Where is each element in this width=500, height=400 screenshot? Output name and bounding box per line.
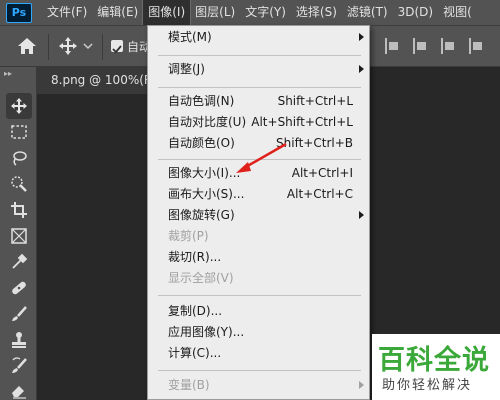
menu-type[interactable]: 文字(Y) (240, 0, 291, 25)
move-tool-preset-icon[interactable] (58, 35, 96, 57)
menu-item-label: 图像旋转(G) (168, 208, 235, 222)
menu-item-mode[interactable]: 模式(M) (148, 27, 371, 48)
menu-item-shortcut: Alt+Shift+Ctrl+L (251, 115, 353, 129)
menu-item-auto-contrast[interactable]: 自动对比度(U) Alt+Shift+Ctrl+L (148, 112, 371, 133)
eyedropper-tool-icon[interactable] (6, 249, 32, 275)
brush-tool-icon[interactable] (6, 301, 32, 327)
menu-item-image-rotation[interactable]: 图像旋转(G) (148, 205, 371, 226)
move-tool-icon[interactable] (6, 93, 32, 119)
history-brush-tool-icon[interactable] (6, 353, 32, 379)
watermark-logo: 百科全说 助你轻松解决 (372, 334, 500, 400)
menu-item-shortcut: Alt+Ctrl+I (291, 166, 353, 180)
panel-collapse-icon[interactable]: ▸▸ (4, 69, 12, 78)
menu-item-label: 变量(B) (168, 378, 210, 392)
submenu-arrow-icon (359, 211, 364, 219)
menu-filter[interactable]: 滤镜(T) (342, 0, 393, 25)
submenu-arrow-icon (359, 33, 364, 41)
menu-separator (158, 87, 361, 88)
frame-tool-icon[interactable] (6, 223, 32, 249)
align-buttons (385, 38, 483, 54)
lasso-tool-icon[interactable] (6, 145, 32, 171)
menu-item-label: 应用图像(Y)... (168, 325, 245, 339)
watermark-title: 百科全说 (378, 345, 490, 376)
red-arrow-annotation (236, 142, 287, 173)
menu-item-label: 自动对比度(U) (168, 115, 247, 129)
menu-file[interactable]: 文件(F) (42, 0, 92, 25)
menu-item-adjust[interactable]: 调整(J) (148, 59, 371, 80)
menu-item-trim[interactable]: 裁切(R)... (148, 247, 371, 268)
menu-view[interactable]: 视图( (438, 0, 477, 25)
menu-item-shortcut: Alt+Ctrl+C (286, 187, 353, 201)
photoshop-logo-icon[interactable]: Ps (6, 2, 32, 23)
home-icon[interactable] (16, 36, 38, 56)
menu-separator (158, 55, 361, 56)
menu-item-apply-image[interactable]: 应用图像(Y)... (148, 322, 371, 343)
menu-item-duplicate[interactable]: 复制(D)... (148, 301, 371, 322)
menu-item-label: 画布大小(S)... (168, 187, 245, 201)
menu-item-label: 复制(D)... (168, 304, 223, 318)
submenu-arrow-icon (359, 65, 364, 73)
menu-item-reveal-all[interactable]: 显示全部(V) (148, 268, 371, 289)
align-top-icon[interactable] (469, 38, 483, 54)
options-divider (48, 34, 49, 60)
menu-separator (158, 370, 361, 371)
menu-item-label: 模式(M) (168, 30, 212, 44)
menu-item-label: 调整(J) (168, 62, 205, 76)
menu-layer[interactable]: 图层(L) (190, 0, 240, 25)
tools-panel: ▸▸ (0, 67, 37, 400)
menu-item-canvas-size[interactable]: 画布大小(S)... Alt+Ctrl+C (148, 184, 371, 205)
marquee-tool-icon[interactable] (6, 119, 32, 145)
image-menu-dropdown: 模式(M) 调整(J) 自动色调(N) Shift+Ctrl+L 自动对比度(U… (147, 25, 370, 400)
menu-image[interactable]: 图像(I) (142, 0, 192, 26)
menu-bar: Ps 文件(F) 编辑(E) 图像(I) 图层(L) 文字(Y) 选择(S) 滤… (0, 0, 500, 26)
menu-item-label: 显示全部(V) (168, 271, 234, 285)
menu-item-shortcut: Shift+Ctrl+L (277, 94, 353, 108)
menu-item-auto-tone[interactable]: 自动色调(N) Shift+Ctrl+L (148, 91, 371, 112)
watermark-subtitle: 助你轻松解决 (382, 378, 473, 393)
align-left-icon[interactable] (385, 38, 399, 54)
auto-select-checkbox[interactable] (111, 40, 123, 54)
menu-select[interactable]: 选择(S) (291, 0, 342, 25)
eraser-tool-icon[interactable] (6, 377, 32, 400)
menu-3d[interactable]: 3D(D) (393, 0, 438, 25)
quick-select-tool-icon[interactable] (6, 171, 32, 197)
menu-item-calculations[interactable]: 计算(C)... (148, 343, 371, 364)
options-divider (102, 34, 103, 60)
menu-item-label: 裁剪(P) (168, 229, 209, 243)
healing-brush-tool-icon[interactable] (6, 275, 32, 301)
menu-separator (158, 295, 361, 296)
menu-item-label: 计算(C)... (168, 346, 222, 360)
clone-stamp-tool-icon[interactable] (6, 327, 32, 353)
menu-edit[interactable]: 编辑(E) (92, 0, 143, 25)
align-right-icon[interactable] (441, 38, 455, 54)
align-center-icon[interactable] (413, 38, 427, 54)
menu-item-crop[interactable]: 裁剪(P) (148, 226, 371, 247)
menu-item-label: 自动颜色(O) (168, 136, 235, 150)
crop-tool-icon[interactable] (6, 197, 32, 223)
menu-item-variables[interactable]: 变量(B) (148, 375, 371, 396)
menu-item-label: 裁切(R)... (168, 250, 222, 264)
submenu-arrow-icon (359, 381, 364, 389)
menu-item-label: 自动色调(N) (168, 94, 235, 108)
